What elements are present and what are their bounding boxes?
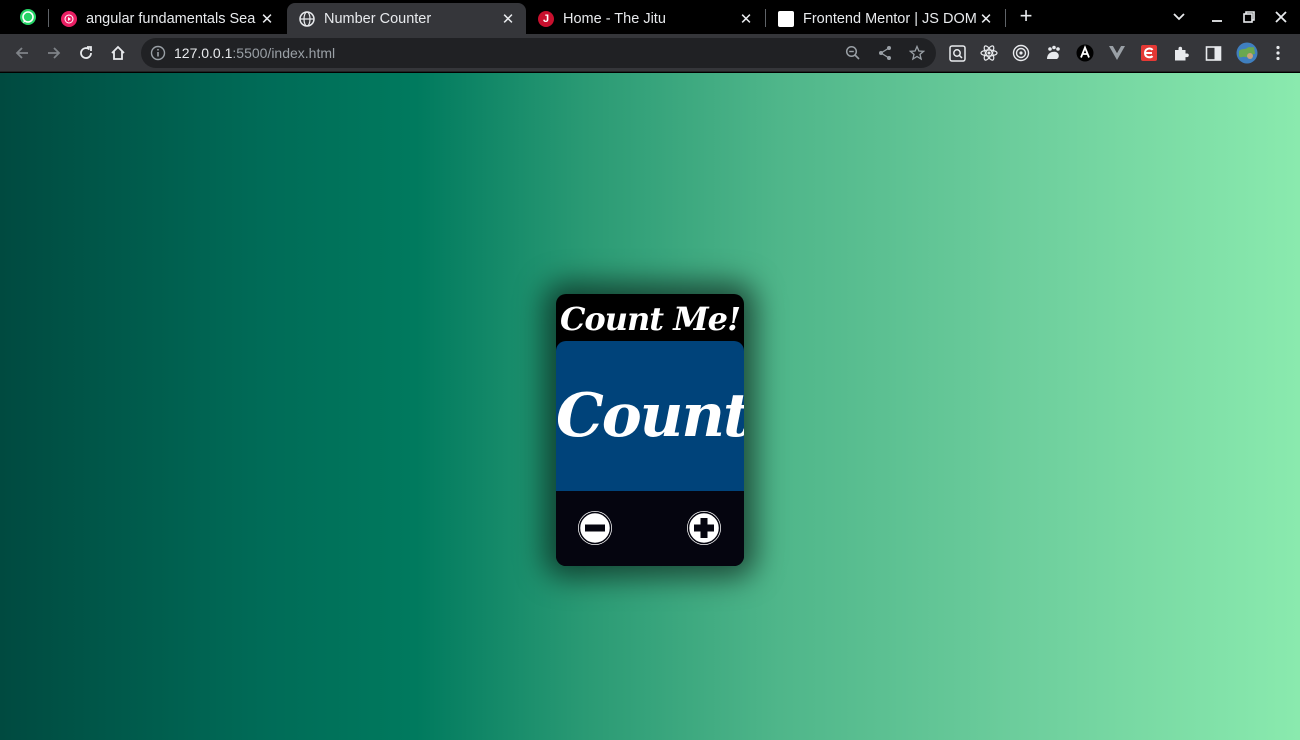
menu-button[interactable] <box>1269 44 1287 62</box>
extension-target[interactable] <box>1012 44 1030 62</box>
address-bar[interactable]: 127.0.0.1:5500/index.html <box>141 38 936 68</box>
document-icon <box>778 10 794 27</box>
extension-lens[interactable] <box>948 44 966 62</box>
side-panel-button[interactable] <box>1204 44 1222 62</box>
paw-icon <box>1047 45 1060 59</box>
tab-title: Frontend Mentor | JS DOM <box>803 10 976 27</box>
chevron-down-icon <box>1173 13 1185 21</box>
more-vert-icon <box>1276 45 1280 61</box>
tab-close-icon[interactable]: ✕ <box>736 9 756 29</box>
zoom-out-icon <box>845 45 860 60</box>
tab-close-icon[interactable]: ✕ <box>257 9 277 29</box>
tab-title: Home - The Jitu <box>563 10 666 27</box>
increment-button[interactable] <box>687 511 721 545</box>
counter-display: Count <box>556 341 744 491</box>
plus-circle-icon <box>687 511 721 545</box>
angular-icon <box>1076 44 1094 62</box>
counter-card: Count Me! Count <box>556 294 744 566</box>
tab-strip: angular fundamentals Sea ✕ Number Counte… <box>0 0 1300 34</box>
tab-the-jitu[interactable]: J Home - The Jitu ✕ <box>526 3 764 34</box>
counter-controls <box>556 491 744 566</box>
tab-title: angular fundamentals Sea <box>86 10 256 27</box>
pinned-tab-whatsapp[interactable] <box>10 5 46 29</box>
lens-icon <box>948 44 966 62</box>
page-title: Count Me! <box>559 300 741 338</box>
tab-separator <box>1005 9 1006 27</box>
react-icon <box>980 45 998 61</box>
restore-button[interactable] <box>1237 6 1261 28</box>
url-path: :5500/index.html <box>232 45 336 61</box>
home-icon <box>111 45 125 60</box>
tab-frontend-mentor[interactable]: Frontend Mentor | JS DOM ✕ <box>766 3 1004 34</box>
reload-icon <box>80 46 92 59</box>
bookmark-button[interactable] <box>908 44 926 62</box>
page-viewport: Count Me! Count <box>0 73 1300 740</box>
tab-close-icon[interactable]: ✕ <box>498 9 518 29</box>
extension-vue-devtools[interactable] <box>1108 44 1126 62</box>
url-host: 127.0.0.1 <box>174 45 233 61</box>
minimize-icon <box>1212 20 1222 22</box>
counter-value: Count <box>556 381 744 451</box>
browser-toolbar: 127.0.0.1:5500/index.html <box>0 34 1300 72</box>
minimize-button[interactable] <box>1205 6 1229 28</box>
globe-icon <box>299 10 315 27</box>
close-window-button[interactable] <box>1269 6 1293 28</box>
new-tab-button[interactable]: + <box>1014 5 1038 28</box>
tab-angular-fundamentals[interactable]: angular fundamentals Sea ✕ <box>49 3 285 34</box>
side-panel-icon <box>1205 45 1221 61</box>
tab-title: Number Counter <box>324 10 432 27</box>
tab-search-button[interactable] <box>1167 6 1191 28</box>
avatar <box>1236 42 1258 64</box>
extensions-button[interactable] <box>1172 44 1190 62</box>
url-text[interactable]: 127.0.0.1:5500/index.html <box>174 38 335 68</box>
puzzle-icon <box>1174 46 1189 60</box>
emmet-icon <box>1141 45 1157 61</box>
zoom-button[interactable] <box>844 44 862 62</box>
decrement-button[interactable] <box>578 511 612 545</box>
reload-button[interactable] <box>74 41 98 65</box>
share-button[interactable] <box>876 44 894 62</box>
home-button[interactable] <box>106 41 130 65</box>
tab-number-counter[interactable]: Number Counter ✕ <box>287 3 526 34</box>
vue-icon <box>1109 46 1125 60</box>
extension-angular[interactable] <box>1076 44 1094 62</box>
close-icon <box>1275 11 1287 23</box>
back-button[interactable] <box>10 41 34 65</box>
restore-icon <box>1243 11 1255 23</box>
arrow-right-icon <box>48 47 61 59</box>
extension-react-devtools[interactable] <box>980 44 998 62</box>
whatsapp-icon <box>20 9 36 25</box>
minus-circle-icon <box>578 511 612 545</box>
target-icon <box>1012 44 1030 62</box>
info-icon[interactable] <box>150 45 166 61</box>
arrow-left-icon <box>15 47 28 59</box>
youtube-music-icon <box>61 10 77 27</box>
tab-close-icon[interactable]: ✕ <box>976 9 996 29</box>
share-icon <box>879 46 891 60</box>
forward-button[interactable] <box>42 41 66 65</box>
jitu-icon: J <box>538 10 554 27</box>
star-icon <box>909 45 925 61</box>
profile-button[interactable] <box>1236 42 1258 64</box>
extension-paw[interactable] <box>1044 44 1062 62</box>
extension-emmet[interactable] <box>1140 44 1158 62</box>
